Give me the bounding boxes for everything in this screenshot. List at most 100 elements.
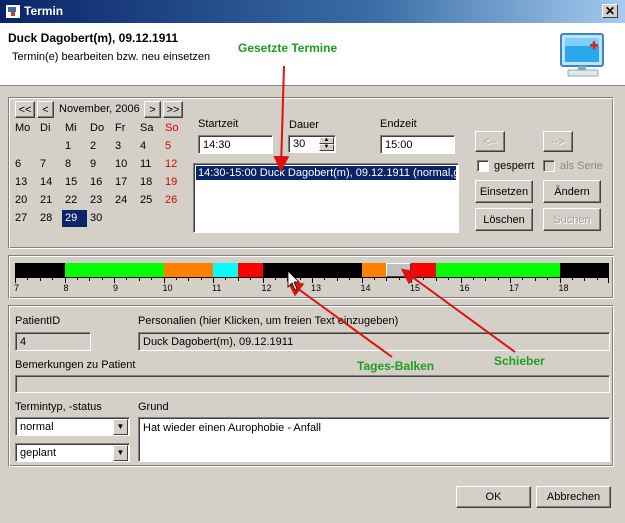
series-checkbox[interactable] bbox=[543, 160, 555, 172]
timeline-hour-label: 12 bbox=[261, 283, 272, 293]
timeline-tick bbox=[126, 277, 128, 280]
status-select[interactable]: geplant ▼ bbox=[15, 443, 130, 462]
weekday-header: Mo bbox=[15, 122, 31, 134]
day-bar-segment bbox=[361, 263, 387, 277]
type-label: Termintyp, -status bbox=[15, 401, 102, 413]
timeline-hour-label: 15 bbox=[410, 283, 421, 293]
timeline-tick bbox=[188, 277, 190, 281]
reason-textarea[interactable]: Hat wieder einen Aurophobie - Anfall bbox=[138, 417, 610, 462]
calendar-day[interactable]: 13 bbox=[12, 174, 37, 191]
next-year-button[interactable]: >> bbox=[163, 101, 183, 118]
timeline-tick bbox=[571, 277, 573, 280]
timeline-tick bbox=[299, 277, 301, 280]
change-button[interactable]: Ändern bbox=[543, 180, 601, 203]
duration-spinner[interactable]: 30 ▲ ▼ bbox=[288, 135, 336, 153]
delete-button[interactable]: Löschen bbox=[475, 208, 533, 231]
remarks-field[interactable] bbox=[15, 375, 610, 393]
calendar-day[interactable]: 3 bbox=[112, 138, 137, 155]
calendar-day[interactable]: 12 bbox=[162, 156, 187, 173]
calendar-day[interactable]: 16 bbox=[87, 174, 112, 191]
timeline-hour-label: 18 bbox=[558, 283, 569, 293]
annotation-slider: Schieber bbox=[494, 354, 545, 368]
calendar-day[interactable]: 21 bbox=[37, 192, 62, 209]
ok-button[interactable]: OK bbox=[456, 486, 531, 508]
calendar-day[interactable]: 28 bbox=[37, 210, 62, 227]
title-bar: Termin ✕ bbox=[0, 0, 625, 23]
calendar-day[interactable]: 17 bbox=[112, 174, 137, 191]
chevron-down-icon[interactable]: ▼ bbox=[113, 445, 128, 461]
timeline-tick bbox=[448, 277, 450, 280]
calendar-day[interactable]: 6 bbox=[12, 156, 37, 173]
personal-field[interactable]: Duck Dagobert(m), 09.12.1911 bbox=[138, 332, 610, 351]
prev-month-button[interactable]: < bbox=[37, 101, 54, 118]
calendar-day[interactable]: 19 bbox=[162, 174, 187, 191]
calendar-day[interactable]: 5 bbox=[162, 138, 187, 155]
calendar-day[interactable]: 27 bbox=[12, 210, 37, 227]
calendar-day[interactable]: 23 bbox=[87, 192, 112, 209]
timeline-tick bbox=[324, 277, 326, 280]
calendar-day[interactable]: 25 bbox=[137, 192, 162, 209]
calendar-day[interactable]: 7 bbox=[37, 156, 62, 173]
chevron-down-icon[interactable]: ▼ bbox=[113, 419, 128, 435]
calendar-day[interactable]: 10 bbox=[112, 156, 137, 173]
day-bar[interactable]: 7 8 9 10 11 12 13 14 15 16 17 18 bbox=[14, 263, 609, 295]
spin-up-icon[interactable]: ▲ bbox=[319, 137, 334, 144]
timeline-tick bbox=[497, 277, 499, 280]
weekday-header: Fr bbox=[115, 122, 126, 134]
appointments-list[interactable]: 14:30-15:00 Duck Dagobert(m), 09.12.1911… bbox=[193, 163, 459, 233]
day-bar-segment bbox=[411, 263, 436, 277]
day-bar-segment bbox=[237, 263, 263, 277]
calendar-day[interactable]: 8 bbox=[62, 156, 87, 173]
next-appointment-button[interactable]: --> bbox=[543, 131, 573, 152]
insert-button[interactable]: Einsetzen bbox=[475, 180, 533, 203]
patient-id-label: PatientID bbox=[15, 315, 61, 327]
status-value: geplant bbox=[20, 447, 57, 459]
close-button[interactable]: ✕ bbox=[602, 4, 618, 18]
calendar-day-selected[interactable]: 29 bbox=[62, 210, 87, 227]
calendar-day[interactable]: 18 bbox=[137, 174, 162, 191]
calendar-day[interactable]: 1 bbox=[62, 138, 87, 155]
day-bar-segment bbox=[262, 263, 362, 277]
calendar-day[interactable]: 22 bbox=[62, 192, 87, 209]
window-title: Termin bbox=[24, 4, 64, 18]
calendar-day[interactable]: 26 bbox=[162, 192, 187, 209]
timeline-tick bbox=[547, 277, 549, 280]
spin-down-icon[interactable]: ▼ bbox=[319, 144, 334, 151]
day-bar-track[interactable] bbox=[15, 263, 609, 277]
timeline-hour-label: 9 bbox=[113, 283, 119, 293]
calendar-day[interactable]: 24 bbox=[112, 192, 137, 209]
calendar-day[interactable]: 15 bbox=[62, 174, 87, 191]
timeline-tick bbox=[76, 277, 78, 280]
timeline-tick bbox=[52, 277, 54, 280]
timeline-tick bbox=[336, 277, 338, 281]
calendar-day[interactable]: 20 bbox=[12, 192, 37, 209]
calendar-day[interactable]: 4 bbox=[137, 138, 162, 155]
monitor-icon bbox=[560, 33, 604, 77]
day-bar-segment bbox=[64, 263, 164, 277]
appointment-item[interactable]: 14:30-15:00 Duck Dagobert(m), 09.12.1911… bbox=[196, 166, 456, 180]
end-time-input[interactable]: 15:00 bbox=[380, 135, 455, 154]
calendar-day[interactable]: 11 bbox=[137, 156, 162, 173]
next-month-button[interactable]: > bbox=[144, 101, 161, 118]
timeline-tick bbox=[225, 277, 227, 280]
calendar-day[interactable]: 30 bbox=[87, 210, 112, 227]
prev-appointment-button[interactable]: <-- bbox=[475, 131, 505, 152]
weekday-header: Di bbox=[40, 122, 51, 134]
search-button[interactable]: Suchen bbox=[543, 208, 601, 231]
timeline-tick bbox=[151, 277, 153, 280]
day-bar-segment bbox=[15, 263, 65, 277]
prev-year-button[interactable]: << bbox=[15, 101, 35, 118]
start-time-input[interactable]: 14:30 bbox=[198, 135, 273, 154]
timeline-hour-label: 8 bbox=[63, 283, 69, 293]
calendar-day[interactable]: 2 bbox=[87, 138, 112, 155]
timeline-tick bbox=[522, 277, 524, 280]
cancel-button[interactable]: Abbrechen bbox=[536, 486, 611, 508]
timeline-tick bbox=[349, 277, 351, 280]
calendar-day[interactable]: 14 bbox=[37, 174, 62, 191]
reason-label: Grund bbox=[138, 401, 169, 413]
calendar-day[interactable]: 9 bbox=[87, 156, 112, 173]
blocked-checkbox[interactable] bbox=[477, 160, 489, 172]
time-slider-handle[interactable] bbox=[386, 263, 411, 277]
timeline-tick bbox=[596, 277, 598, 280]
type-select[interactable]: normal ▼ bbox=[15, 417, 130, 436]
